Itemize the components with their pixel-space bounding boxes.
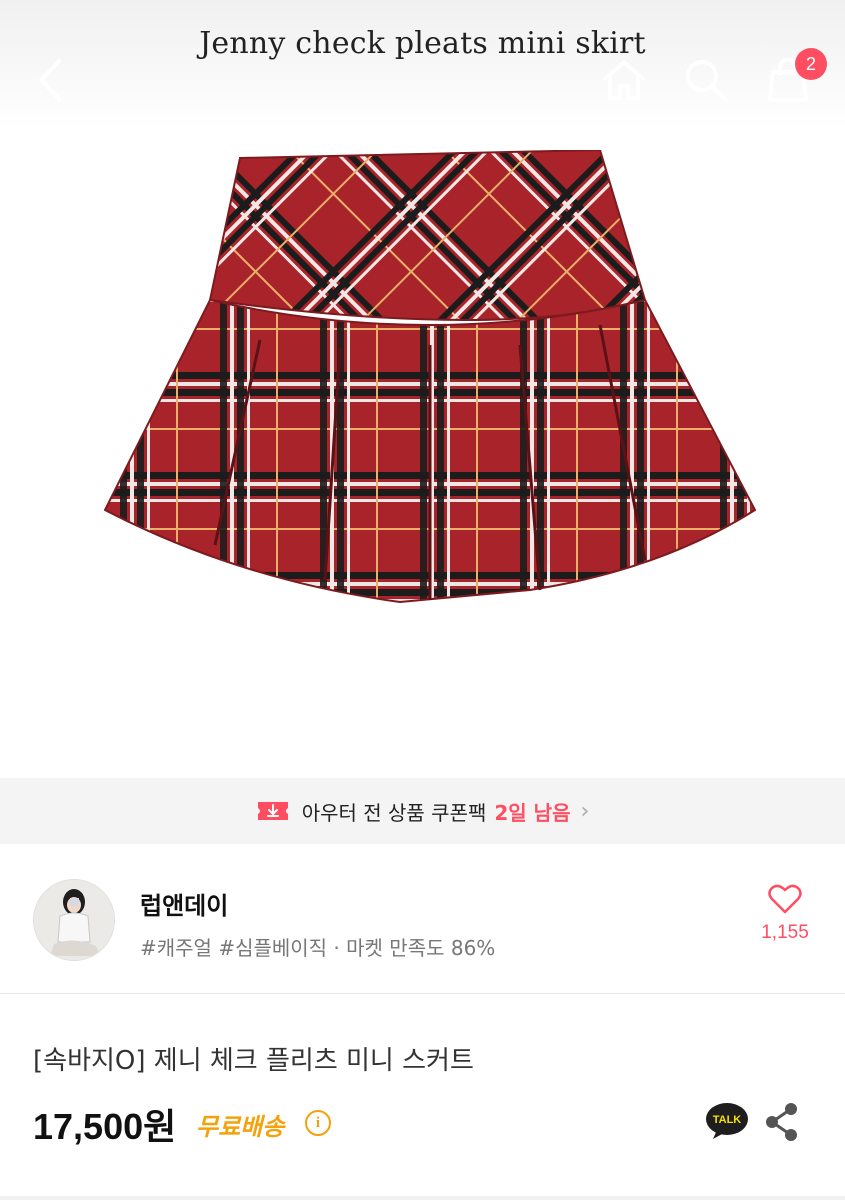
talk-label: TALK xyxy=(713,1114,742,1126)
shop-avatar-image xyxy=(34,880,114,960)
plaid-skirt-image xyxy=(103,150,757,604)
kakao-talk-icon[interactable]: TALK xyxy=(705,1101,749,1141)
shop-info[interactable]: 럽앤데이 #캐주얼 #심플베이직 · 마켓 만족도 86% 1,155 xyxy=(0,844,845,994)
divider xyxy=(0,1196,845,1200)
info-icon[interactable]: i xyxy=(305,1110,331,1136)
search-icon xyxy=(686,60,727,101)
product-image[interactable]: Jenny check pleats mini skirt 2 xyxy=(0,0,845,778)
coupon-banner[interactable]: 아우터 전 상품 쿠폰팩 2일 남음 › xyxy=(0,778,845,844)
like-button[interactable]: 1,155 xyxy=(752,884,818,944)
chevron-left-icon xyxy=(39,59,61,101)
chevron-right-icon: › xyxy=(580,798,590,824)
shop-tags: #캐주얼 #심플베이직 · 마켓 만족도 86% xyxy=(140,936,496,960)
product-title: [속바지O] 제니 체크 플리츠 미니 스커트 xyxy=(33,1046,474,1076)
coupon-download-icon xyxy=(257,802,288,820)
back-button[interactable] xyxy=(22,52,78,108)
shop-name[interactable]: 럽앤데이 xyxy=(140,886,228,921)
coupon-text: 아우터 전 상품 쿠폰팩 xyxy=(301,800,487,825)
cart-count-badge: 2 xyxy=(795,48,827,80)
like-count: 1,155 xyxy=(761,922,809,943)
coupon-days-left: 2일 남음 xyxy=(494,800,571,825)
heart-icon xyxy=(768,884,802,914)
home-button[interactable] xyxy=(596,52,652,108)
search-button[interactable] xyxy=(678,52,734,108)
share-icon[interactable] xyxy=(764,1102,800,1142)
free-shipping-label: 무료배송 xyxy=(196,1113,285,1141)
home-icon xyxy=(603,60,645,100)
product-price: 17,500원 xyxy=(33,1106,177,1147)
shop-avatar[interactable] xyxy=(33,879,115,961)
